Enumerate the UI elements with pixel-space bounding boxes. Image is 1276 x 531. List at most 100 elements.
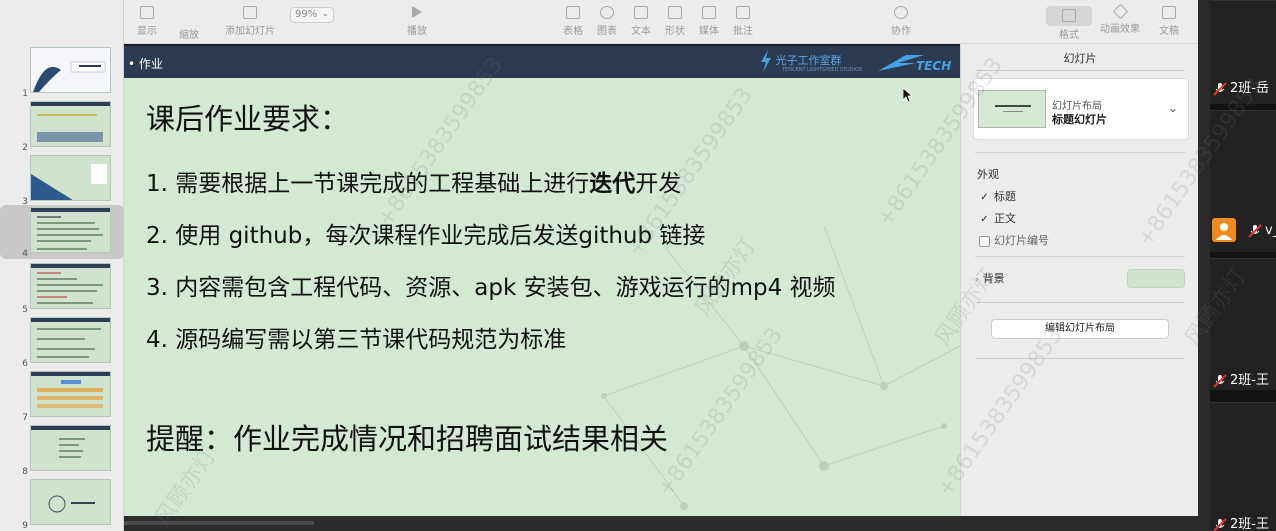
add-slide-label: 添加幻灯片 [225,26,275,37]
zoom-label: 缩放 [166,26,212,41]
participant-name: 2班-岳 [1230,81,1269,96]
layout-thumbnail-subtitle-bar [1003,111,1023,112]
slide-thumbnail-image [30,47,111,93]
comment-button[interactable]: 批注 [720,6,766,37]
slide-navigator[interactable]: 1 2 3 4 5 6 7 8 9 [0,0,124,531]
divider [975,358,1185,359]
slide-number-checkbox[interactable]: 幻灯片编号 [979,232,1049,248]
body-checkbox-label: 正文 [994,212,1016,225]
add-slide-icon [243,6,257,19]
item-text: 使用 github，每次课程作业完成后发送github 链接 [175,223,706,249]
title-checkbox-label: 标题 [994,190,1016,203]
slide-thumbnail-3[interactable]: 3 [0,153,124,207]
user-icon [1216,223,1232,240]
title-checkbox[interactable]: ✓ 标题 [979,188,1016,204]
view-button[interactable]: 显示 [124,6,170,37]
participant-label: 2班-王 [1213,513,1269,531]
item-number: 2. [146,223,168,249]
participant-avatar [1212,218,1236,242]
layout-thumbnail [978,90,1046,128]
slide-thumbnail-image [30,317,111,363]
slide-number: 5 [22,305,28,315]
document-button[interactable]: 文稿 [1146,6,1192,37]
animate-button[interactable]: 动画效果 [1094,3,1146,35]
animate-label: 动画效果 [1100,24,1140,35]
collaborate-button[interactable]: 协作 [878,6,924,37]
bottom-status-bar [124,516,1198,531]
view-label: 显示 [137,26,157,37]
edit-slide-layout-button[interactable]: 编辑幻灯片布局 [991,319,1169,339]
play-icon [412,6,422,18]
document-label: 文稿 [1159,26,1179,37]
play-label: 播放 [407,26,427,37]
slide-thumbnail-2[interactable]: 2 [0,99,124,153]
slide-thumbnail-9[interactable]: 9 [0,477,124,531]
slide-reminder: 提醒：作业完成情况和招聘面试结果相关 [146,422,669,456]
item-number: 3. [146,275,168,301]
item-text-tail: 开发 [635,171,682,197]
layout-thumbnail-title-bar [995,105,1031,107]
participant-label: v_ [1248,223,1276,238]
background-color-well[interactable] [1127,269,1185,288]
keynote-app-window: 1 2 3 4 5 6 7 8 9 显示 99% ⌄ 缩放 添加幻灯片 播放 表… [0,0,1276,531]
slide-thumbnail-7[interactable]: 7 [0,369,124,423]
scroll-indicator[interactable] [124,521,314,525]
divider [975,152,1185,153]
play-button[interactable]: 播放 [394,6,440,37]
empty-checkbox-icon [979,235,990,247]
slide-thumbnail-8[interactable]: 8 [0,423,124,477]
collaborate-icon [894,6,908,19]
add-slide-button[interactable]: 添加幻灯片 [220,6,280,37]
slide-number: 6 [22,359,28,369]
slide-thumbnail-6[interactable]: 6 [0,315,124,369]
zoom-label-text: 缩放 [179,30,199,41]
slide-thumbnail-image [30,479,111,525]
format-label: 格式 [1046,26,1092,41]
slide-canvas[interactable]: • 作业 光子工作室群 TENCENT LIGHTSPEED STUDIOS T… [124,46,960,516]
assignment-item-4: 4. 源码编写需以第三节课代码规范为标准 [146,320,566,354]
participant-tile[interactable]: 2班-岳 [1210,0,1276,104]
slide-thumbnail-image [30,207,111,253]
chart-icon [600,6,614,19]
participant-name: 2班-王 [1230,517,1269,531]
item-text: 内容需包含工程代码、资源、apk 安装包、游戏运行的mp4 视频 [175,275,836,301]
sidebar-icon [140,6,154,19]
participant-tile[interactable]: 2班-王 [1210,258,1276,390]
layout-label: 幻灯片布局 [1052,101,1102,112]
muted-mic-icon [1248,223,1262,238]
format-button[interactable] [1046,6,1092,26]
slide-header-bar: • 作业 光子工作室群 TENCENT LIGHTSPEED STUDIOS T… [124,46,960,78]
divider [975,70,1185,71]
item-bold-text: 迭代 [589,171,636,197]
background-label: 背景 [982,272,1005,285]
thumbnail-art [33,61,106,92]
chevron-down-icon: ⌄ [321,9,329,19]
shape-icon [668,6,682,19]
slide-thumbnail-5[interactable]: 5 [0,261,124,315]
document-icon [1162,6,1176,19]
slide-number-checkbox-label: 幻灯片编号 [994,234,1049,247]
tech-logo-text: TECH [916,59,952,73]
tech-logo: TECH [876,51,956,75]
mouse-cursor-icon [903,88,913,102]
assignment-item-1: 1. 需要根据上一节课完成的工程基础上进行迭代开发 [146,164,681,198]
zoom-select[interactable]: 99% ⌄ [290,7,334,23]
item-number: 4. [146,327,168,353]
participant-label: 2班-王 [1213,369,1269,388]
participant-tile[interactable]: 2班-王 [1210,402,1276,531]
slide-thumbnail-1[interactable]: 1 [0,45,124,99]
inspector-title: 幻灯片 [1063,52,1097,65]
slide-layout-select[interactable]: 幻灯片布局 标题幻灯片 ⌄ [973,78,1189,140]
participant-name: 2班-王 [1230,373,1269,388]
background-disclosure[interactable]: › 背景 [975,270,1005,286]
lightning-icon [761,50,771,72]
slide-heading: 课后作业要求： [146,102,350,136]
slide-thumbnail-4[interactable]: 4 [0,205,124,259]
body-checkbox[interactable]: ✓ 正文 [979,210,1016,226]
diamond-icon [1112,3,1128,20]
item-text: 需要根据上一节课完成的工程基础上进行 [175,171,590,197]
studio-logo: 光子工作室群 TENCENT LIGHTSPEED STUDIOS [760,50,862,73]
participant-name: v_ [1265,223,1276,238]
panel-splitter[interactable] [1198,0,1210,531]
text-box-icon [634,6,648,19]
